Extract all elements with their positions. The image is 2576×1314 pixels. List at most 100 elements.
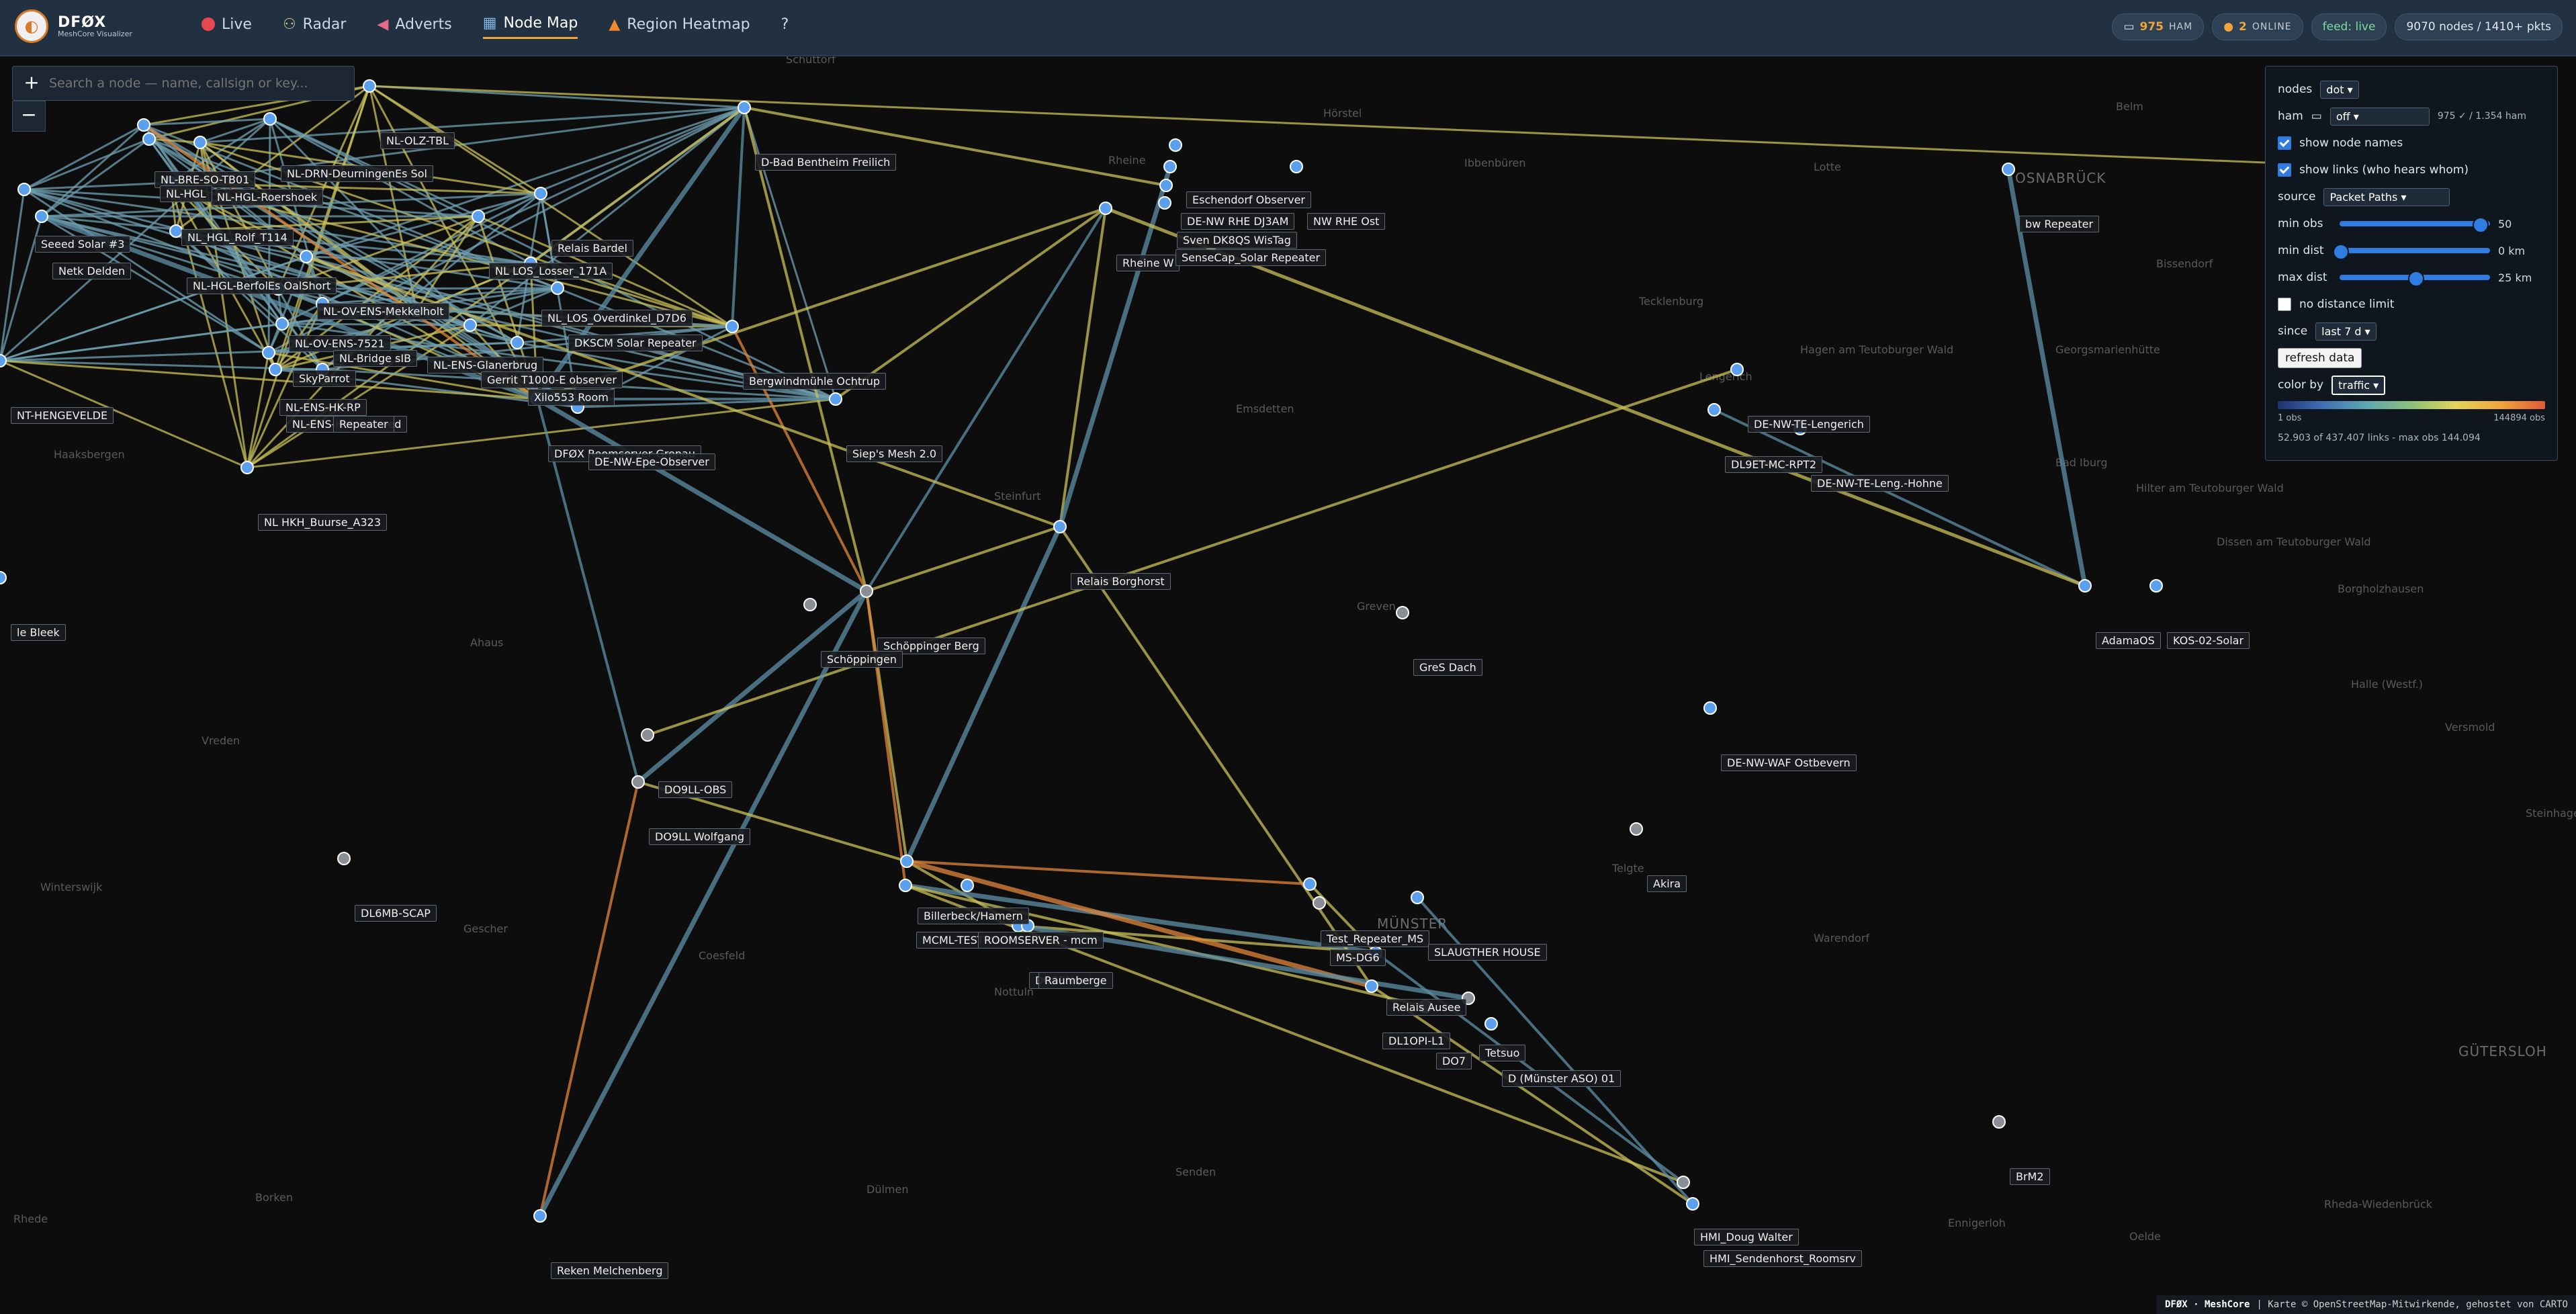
node-label[interactable]: le Bleek [11,624,66,641]
node-dot[interactable] [269,363,282,376]
node-label[interactable]: SkyParrot [293,370,356,387]
node-label[interactable]: AdamaOS [2096,632,2161,649]
node-dot[interactable] [860,584,873,598]
node-label[interactable]: DE-NW-TE-Leng.-Hohne [1811,475,1949,492]
node-dot[interactable] [2002,163,2015,176]
node-dot[interactable] [1365,979,1378,993]
node-label[interactable]: GreS Dach [1413,659,1482,676]
node-label[interactable]: DKSCM Solar Repeater [568,335,703,351]
node-dot[interactable] [1099,202,1112,215]
node-label[interactable]: Raumberge [1038,972,1113,989]
node-dot[interactable] [803,598,817,611]
node-label[interactable]: Sven DK8QS WisTag [1177,232,1297,249]
node-dot[interactable] [1730,363,1744,376]
node-dot[interactable] [0,571,7,584]
node-label[interactable]: Seeed Solar #3 [35,236,131,253]
node-dot[interactable] [300,250,313,263]
node-label[interactable]: DO7 [1436,1053,1472,1069]
node-dot[interactable] [35,210,48,223]
node-dot[interactable] [1630,822,1643,836]
node-label[interactable]: DE-NW-WAF Ostbevern [1721,754,1857,771]
min-dist-thumb[interactable] [2333,244,2349,260]
node-label[interactable]: DL6MB-SCAP [355,905,437,922]
nav-radar[interactable]: ⚇ Radar [283,15,347,39]
node-dot[interactable] [262,346,275,359]
node-dot[interactable] [337,852,351,865]
node-dot[interactable] [1484,1017,1498,1031]
node-label[interactable]: Rheine W [1116,255,1180,271]
min-dist-slider[interactable] [2333,244,2490,260]
zoom-in-button[interactable]: + [22,73,41,93]
node-label[interactable]: Relais Ausee [1386,999,1467,1016]
node-dot[interactable] [142,132,156,146]
node-label[interactable]: NL LOS_Losser_171A [489,263,613,279]
nodes-select[interactable]: dot ▾ [2320,80,2359,99]
node-label[interactable]: BrM2 [2010,1168,2050,1185]
nav-adverts[interactable]: ◀ Adverts [377,15,451,39]
node-dot[interactable] [510,336,524,349]
node-label[interactable]: NW RHE Ost [1307,213,1386,230]
node-label[interactable]: KOS-02-Solar [2167,632,2250,649]
node-dot[interactable] [463,318,477,332]
node-label[interactable]: Relais Bardel [551,240,633,257]
node-dot[interactable] [533,1209,547,1223]
help-button[interactable]: ? [781,15,789,39]
node-dot[interactable] [240,461,254,474]
node-dot[interactable] [169,224,183,238]
node-label[interactable]: Repeater [333,416,394,433]
source-select[interactable]: Packet Paths ▾ [2323,187,2450,206]
node-label[interactable]: bw Repeater [2019,216,2100,232]
node-dot[interactable] [1411,891,1424,904]
node-label[interactable]: Billerbeck/Hamern [918,908,1029,924]
node-dot[interactable] [900,855,914,868]
node-label[interactable]: NL_HGL_Rolf_T114 [181,229,294,246]
node-label[interactable]: Tetsuo [1479,1045,1526,1061]
node-label[interactable]: NL-ENS-HK-RP [279,399,367,416]
node-label[interactable]: NL-HGL [160,185,212,202]
node-label[interactable]: Siep's Mesh 2.0 [846,445,943,462]
node-dot[interactable] [1703,701,1717,715]
no-distance-limit-checkbox[interactable] [2278,298,2291,311]
node-dot[interactable] [899,879,912,892]
search-input[interactable] [48,75,345,91]
node-label[interactable]: SenseCap_Solar Repeater [1175,249,1327,266]
node-dot[interactable] [829,392,842,406]
min-obs-slider[interactable] [2340,217,2490,233]
node-label[interactable]: Gerrit T1000-E observer [481,371,623,388]
node-dot[interactable] [1053,520,1067,533]
node-dot[interactable] [631,775,645,789]
color-by-select[interactable]: traffic ▾ [2331,375,2386,395]
node-label[interactable]: ROOMSERVER - mcm [978,932,1104,949]
node-dot[interactable] [1163,160,1177,173]
show-names-checkbox[interactable] [2278,136,2291,150]
node-label[interactable]: NL-HGL-BerfolEs OalShort [187,277,337,294]
node-dot[interactable] [738,101,751,114]
node-label[interactable]: NL-OV-ENS-Mekkelholt [317,303,450,320]
node-label[interactable]: SLAUGTHER HOUSE [1428,944,1547,961]
node-dot[interactable] [275,317,289,331]
ham-count-pill[interactable]: ▭ 975 HAM [2112,13,2205,40]
node-dot[interactable] [1677,1176,1690,1189]
node-label[interactable]: Netk Delden [52,263,132,279]
node-label[interactable]: NT-HENGEVELDE [11,407,114,424]
node-label[interactable]: Reken Melchenberg [551,1262,669,1279]
zoom-out-button[interactable]: − [12,101,46,132]
node-label[interactable]: MS-DG6 [1330,949,1386,966]
node-label[interactable]: DO9LL Wolfgang [649,828,751,845]
node-label[interactable]: NL-Bridge sIB [333,350,418,367]
node-label[interactable]: Xilo553 Room [528,389,615,406]
node-label[interactable]: DE-NW-TE-Lengerich [1748,416,1870,433]
refresh-data-button[interactable]: refresh data [2278,348,2362,368]
node-dot[interactable] [193,136,207,149]
node-dot[interactable] [0,354,7,367]
nav-live[interactable]: Live [202,15,252,39]
node-label[interactable]: Akira [1647,875,1687,892]
max-dist-slider[interactable] [2340,271,2490,287]
node-dot[interactable] [137,118,150,132]
nav-region-heatmap[interactable]: ▲ Region Heatmap [609,15,750,39]
show-links-checkbox[interactable] [2278,163,2291,177]
node-label[interactable]: DE-NW RHE DJ3AM [1181,213,1295,230]
node-label[interactable]: D-Bad Bentheim Freilich [755,154,897,171]
node-dot[interactable] [1159,179,1173,192]
node-label[interactable]: DL9ET-MC-RPT2 [1725,456,1823,473]
